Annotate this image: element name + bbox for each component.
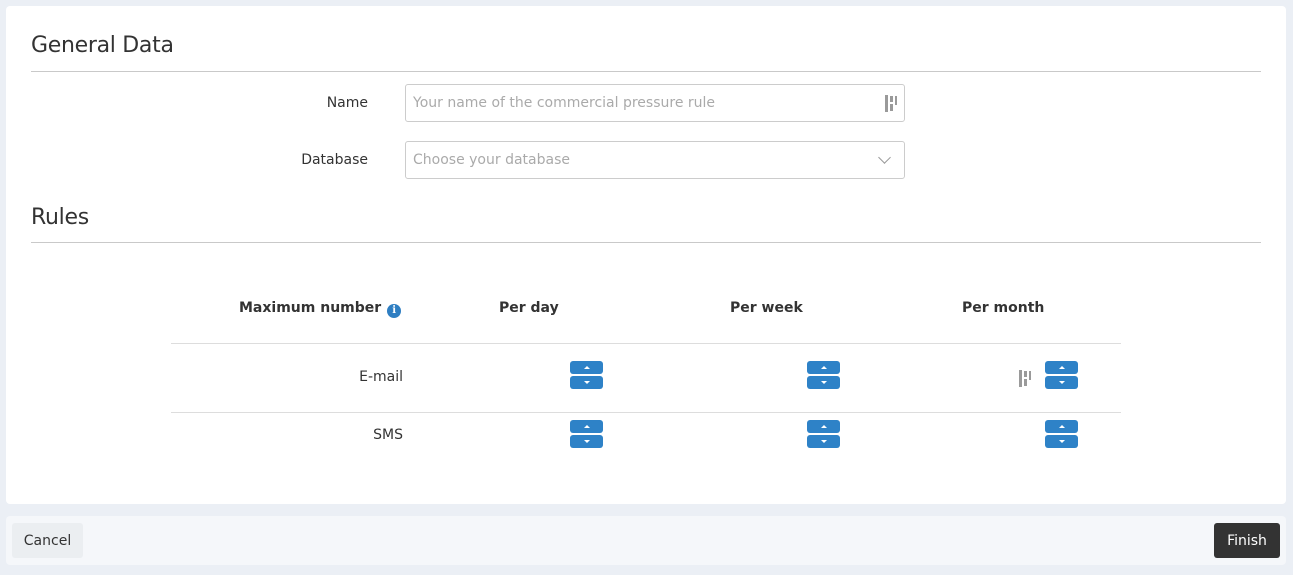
column-header-per-week: Per week	[730, 300, 803, 316]
caret-down-icon	[1058, 381, 1065, 384]
decrement-button[interactable]	[570, 376, 603, 389]
chevron-down-icon	[878, 150, 891, 164]
decrement-button[interactable]	[1045, 376, 1078, 389]
password-manager-icon[interactable]	[1019, 369, 1031, 387]
column-header-max-label: Maximum number	[239, 300, 382, 316]
rules-divider	[31, 242, 1261, 243]
sms-per-month-stepper[interactable]	[1045, 420, 1078, 450]
caret-up-icon	[1058, 366, 1065, 369]
caret-up-icon	[820, 425, 827, 428]
footer-bar: Cancel Finish	[6, 516, 1286, 565]
name-input[interactable]: Your name of the commercial pressure rul…	[405, 84, 905, 122]
row-label-email: E-mail	[359, 369, 403, 385]
decrement-button[interactable]	[1045, 435, 1078, 448]
increment-button[interactable]	[1045, 361, 1078, 374]
header-divider	[171, 343, 1121, 344]
form-card: General Data Name Your name of the comme…	[6, 6, 1286, 504]
column-header-maximum-number: Maximum number i	[239, 300, 402, 318]
database-placeholder: Choose your database	[413, 152, 570, 168]
info-icon[interactable]: i	[387, 304, 402, 318]
sms-per-day-stepper[interactable]	[570, 420, 603, 450]
row-divider	[171, 412, 1121, 413]
finish-button[interactable]: Finish	[1214, 523, 1280, 558]
email-per-month-stepper[interactable]	[1045, 361, 1078, 391]
increment-button[interactable]	[807, 361, 840, 374]
column-header-per-month: Per month	[962, 300, 1045, 316]
database-label: Database	[301, 152, 368, 168]
caret-down-icon	[820, 440, 827, 443]
general-data-title: General Data	[31, 33, 174, 58]
password-manager-icon[interactable]	[885, 94, 897, 112]
caret-up-icon	[820, 366, 827, 369]
increment-button[interactable]	[570, 420, 603, 433]
decrement-button[interactable]	[807, 376, 840, 389]
database-select[interactable]: Choose your database	[405, 141, 905, 179]
email-per-day-stepper[interactable]	[570, 361, 603, 391]
column-header-per-day: Per day	[499, 300, 559, 316]
caret-up-icon	[583, 425, 590, 428]
general-data-divider	[31, 71, 1261, 72]
cancel-button[interactable]: Cancel	[12, 523, 83, 558]
caret-up-icon	[1058, 425, 1065, 428]
caret-up-icon	[583, 366, 590, 369]
decrement-button[interactable]	[570, 435, 603, 448]
caret-down-icon	[583, 381, 590, 384]
caret-down-icon	[820, 381, 827, 384]
decrement-button[interactable]	[807, 435, 840, 448]
increment-button[interactable]	[807, 420, 840, 433]
rules-title: Rules	[31, 205, 89, 230]
caret-down-icon	[1058, 440, 1065, 443]
sms-per-week-stepper[interactable]	[807, 420, 840, 450]
row-label-sms: SMS	[373, 427, 403, 443]
caret-down-icon	[583, 440, 590, 443]
email-per-week-stepper[interactable]	[807, 361, 840, 391]
increment-button[interactable]	[570, 361, 603, 374]
increment-button[interactable]	[1045, 420, 1078, 433]
name-label: Name	[326, 95, 368, 111]
name-placeholder: Your name of the commercial pressure rul…	[413, 95, 716, 111]
